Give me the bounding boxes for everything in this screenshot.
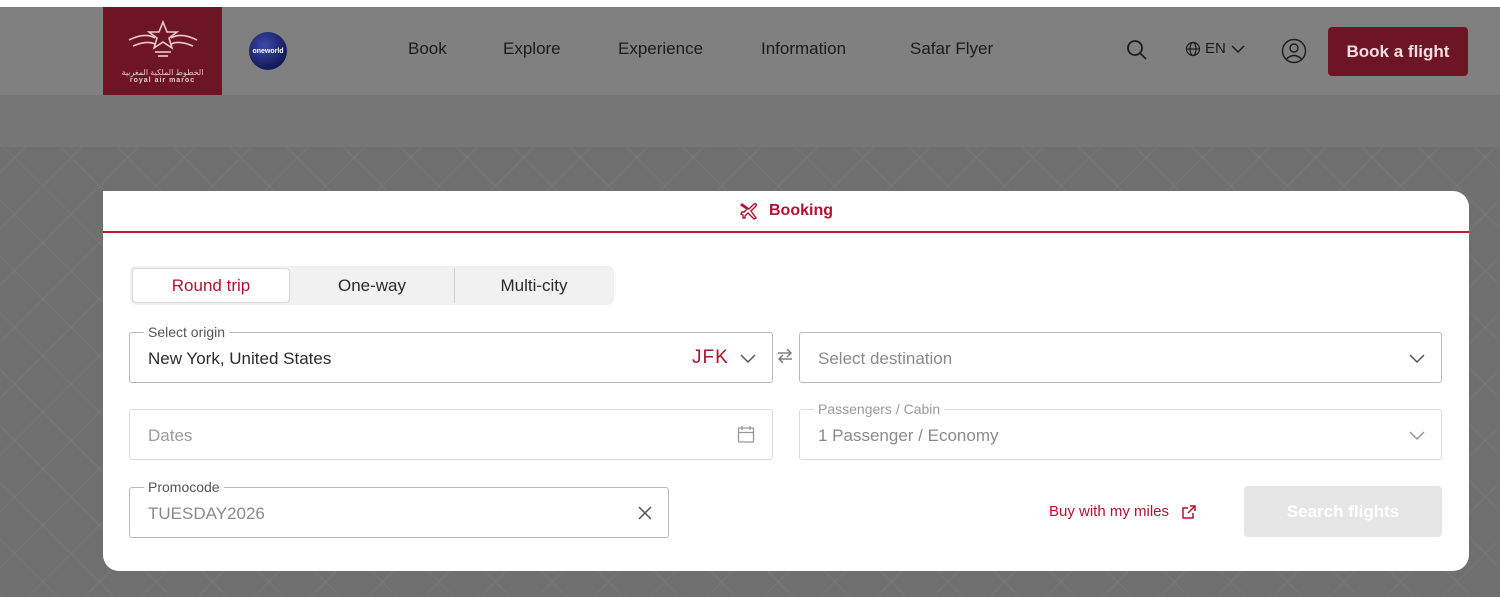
booking-card: Booking Round trip One-way Multi-city Se… bbox=[103, 191, 1469, 571]
royal-air-maroc-logo[interactable]: الخطوط الملكية المغربية royal air maroc bbox=[103, 7, 222, 95]
top-strip bbox=[0, 0, 1500, 7]
airplane-icon bbox=[739, 202, 758, 220]
buy-with-miles-link[interactable]: Buy with my miles bbox=[1049, 503, 1197, 520]
globe-icon bbox=[1185, 41, 1201, 56]
promocode-value: TUESDAY2026 bbox=[148, 504, 265, 523]
origin-value: New York, United States bbox=[148, 349, 332, 368]
calendar-icon bbox=[737, 426, 755, 443]
origin-airport-code: JFK bbox=[692, 347, 729, 368]
chevron-down-icon bbox=[1409, 354, 1425, 364]
search-icon[interactable] bbox=[1125, 38, 1149, 67]
buy-with-miles-label: Buy with my miles bbox=[1049, 503, 1170, 520]
origin-label: Select origin bbox=[144, 323, 230, 341]
destination-placeholder: Select destination bbox=[818, 349, 953, 368]
search-flights-button[interactable]: Search flights bbox=[1244, 486, 1442, 537]
trip-one-way[interactable]: One-way bbox=[292, 268, 452, 303]
trip-multi-city[interactable]: Multi-city bbox=[456, 268, 612, 303]
chevron-down-icon bbox=[1409, 431, 1425, 441]
site-header: الخطوط الملكية المغربية royal air maroc … bbox=[0, 7, 1500, 95]
trip-round-trip[interactable]: Round trip bbox=[132, 268, 290, 303]
external-link-icon bbox=[1182, 504, 1196, 519]
origin-field[interactable]: Select origin New York, United States JF… bbox=[129, 323, 773, 383]
hero-band bbox=[0, 95, 1500, 147]
brand-latin-text: royal air maroc bbox=[129, 77, 196, 84]
nav-explore[interactable]: Explore bbox=[503, 39, 561, 59]
oneworld-label: oneworld bbox=[252, 47, 284, 55]
oneworld-logo[interactable]: oneworld bbox=[249, 32, 287, 70]
trip-type-toggle: Round trip One-way Multi-city bbox=[130, 266, 614, 305]
promocode-field[interactable]: Promocode TUESDAY2026 bbox=[129, 478, 669, 538]
destination-field[interactable]: Select destination bbox=[799, 332, 1442, 383]
chevron-down-icon bbox=[1231, 44, 1245, 53]
trip-divider bbox=[454, 268, 455, 303]
passengers-cabin-label: Passengers / Cabin bbox=[814, 400, 945, 418]
brand-arabic-text: الخطوط الملكية المغربية bbox=[121, 68, 204, 77]
dates-field[interactable]: Dates bbox=[129, 409, 773, 460]
tab-booking-label: Booking bbox=[769, 202, 833, 219]
passengers-cabin-value: 1 Passenger / Economy bbox=[818, 426, 999, 445]
star-emblem-icon bbox=[128, 19, 197, 57]
swap-icon[interactable] bbox=[776, 347, 794, 370]
chevron-down-icon bbox=[740, 354, 756, 364]
passengers-cabin-field[interactable]: Passengers / Cabin 1 Passenger / Economy bbox=[799, 400, 1442, 460]
nav-safar-flyer[interactable]: Safar Flyer bbox=[910, 39, 993, 59]
user-icon[interactable] bbox=[1281, 38, 1307, 69]
clear-icon[interactable] bbox=[637, 505, 653, 521]
promocode-label: Promocode bbox=[144, 478, 224, 496]
tab-booking[interactable]: Booking bbox=[103, 191, 1469, 233]
nav-experience[interactable]: Experience bbox=[618, 39, 703, 59]
language-label: EN bbox=[1205, 40, 1226, 57]
nav-book[interactable]: Book bbox=[408, 39, 447, 59]
dates-placeholder: Dates bbox=[148, 426, 193, 445]
language-selector[interactable]: EN bbox=[1185, 40, 1246, 57]
nav-information[interactable]: Information bbox=[761, 39, 846, 59]
book-a-flight-button[interactable]: Book a flight bbox=[1328, 27, 1468, 76]
